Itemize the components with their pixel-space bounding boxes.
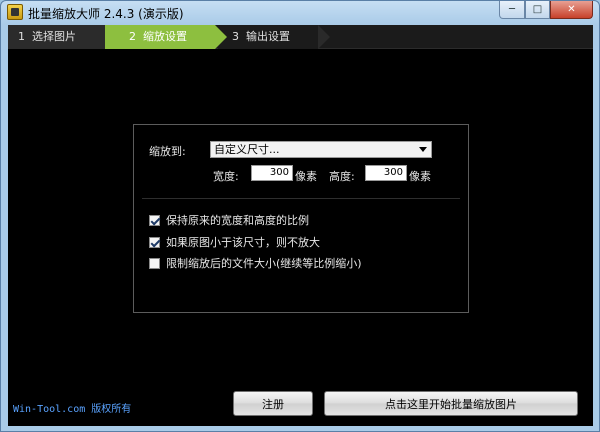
limit-file-size-checkbox[interactable]: 限制缩放后的文件大小(继续等比例缩小) xyxy=(149,256,389,270)
step-scale-settings[interactable]: 2 缩放设置 xyxy=(105,25,227,49)
scale-to-dropdown[interactable]: 自定义尺寸... xyxy=(210,141,432,158)
app-icon xyxy=(7,4,23,20)
client-area: 1 选择图片 3 输出设置 2 缩放设置 缩放到: 自定义尺寸... 宽度: 300 … xyxy=(8,25,593,426)
divider xyxy=(142,198,460,199)
register-button[interactable]: 注册 xyxy=(233,391,313,416)
step-number: 3 xyxy=(232,30,239,43)
dropdown-arrow-icon xyxy=(419,147,427,152)
checkbox-checked-icon xyxy=(149,236,160,248)
scale-to-value: 自定义尺寸... xyxy=(214,143,280,156)
step-bar: 1 选择图片 3 输出设置 2 缩放设置 xyxy=(8,25,593,49)
title-bar[interactable]: 批量缩放大师 2.4.3 (演示版) ─ □ ✕ xyxy=(1,1,599,23)
width-input[interactable]: 300 xyxy=(251,165,293,181)
height-label: 高度: xyxy=(329,170,355,183)
keep-aspect-ratio-checkbox[interactable]: 保持原来的宽度和高度的比例 xyxy=(149,213,329,227)
window-controls: ─ □ ✕ xyxy=(499,1,593,19)
checkbox-label: 如果原图小于该尺寸，则不放大 xyxy=(166,236,320,249)
step-number: 2 xyxy=(129,30,136,43)
width-unit: 像素 xyxy=(295,170,317,183)
no-upscale-checkbox[interactable]: 如果原图小于该尺寸，则不放大 xyxy=(149,235,349,249)
checkbox-checked-icon xyxy=(149,214,160,226)
step-label: 输出设置 xyxy=(246,30,290,43)
app-window: 批量缩放大师 2.4.3 (演示版) ─ □ ✕ 1 选择图片 3 输出设置 2 缩放… xyxy=(0,0,600,432)
step-label: 选择图片 xyxy=(32,30,76,43)
step-number: 1 xyxy=(18,30,25,43)
scale-to-label: 缩放到: xyxy=(149,145,186,158)
width-label: 宽度: xyxy=(213,170,239,183)
copyright-link[interactable]: Win-Tool.com 版权所有 xyxy=(13,400,131,415)
maximize-button[interactable]: □ xyxy=(525,1,550,19)
bottom-bar: Win-Tool.com 版权所有 注册 点击这里开始批量缩放图片 xyxy=(8,382,593,426)
scale-settings-panel: 缩放到: 自定义尺寸... 宽度: 300 像素 高度: 300 像素 保持原来… xyxy=(133,124,469,313)
checkbox-label: 限制缩放后的文件大小(继续等比例缩小) xyxy=(166,257,362,270)
close-button[interactable]: ✕ xyxy=(550,1,593,19)
window-title: 批量缩放大师 2.4.3 (演示版) xyxy=(28,7,184,21)
checkbox-unchecked-icon xyxy=(149,257,160,269)
start-batch-resize-button[interactable]: 点击这里开始批量缩放图片 xyxy=(324,391,578,416)
minimize-button[interactable]: ─ xyxy=(499,1,525,19)
step-output-settings[interactable]: 3 输出设置 xyxy=(218,25,330,49)
step-select-images[interactable]: 1 选择图片 xyxy=(8,25,125,49)
height-input[interactable]: 300 xyxy=(365,165,407,181)
step-label: 缩放设置 xyxy=(143,30,187,43)
height-unit: 像素 xyxy=(409,170,431,183)
checkbox-label: 保持原来的宽度和高度的比例 xyxy=(166,214,309,227)
